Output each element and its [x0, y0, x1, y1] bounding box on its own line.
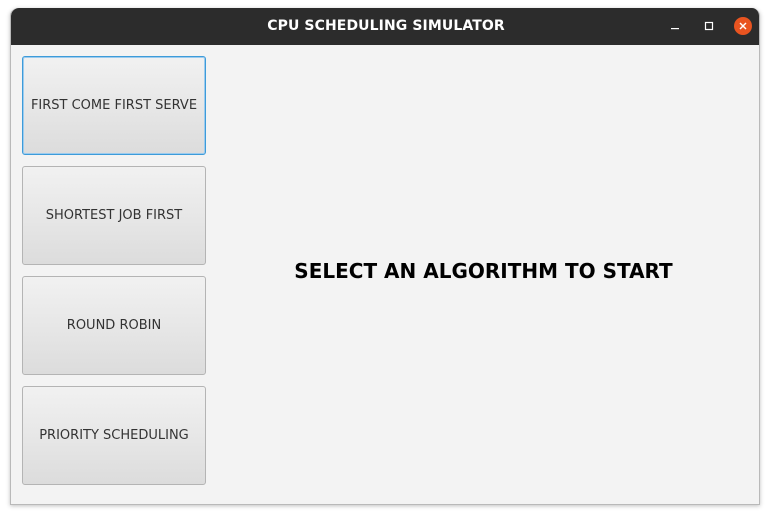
round-robin-button[interactable]: ROUND ROBIN [22, 276, 206, 375]
minimize-icon [671, 28, 679, 30]
app-window: CPU SCHEDULING SIMULATOR FIRST COME FIRS… [10, 8, 760, 505]
window-title: CPU SCHEDULING SIMULATOR [267, 18, 505, 34]
close-icon [739, 22, 747, 30]
fcfs-button[interactable]: FIRST COME FIRST SERVE [22, 56, 206, 155]
sjf-button[interactable]: SHORTEST JOB FIRST [22, 166, 206, 265]
maximize-button[interactable] [700, 17, 718, 35]
close-button-circle [734, 17, 752, 35]
minimize-button[interactable] [666, 17, 684, 35]
title-bar[interactable]: CPU SCHEDULING SIMULATOR [11, 8, 759, 45]
maximize-icon [704, 21, 714, 31]
main-content: FIRST COME FIRST SERVE SHORTEST JOB FIRS… [11, 45, 759, 504]
priority-scheduling-button[interactable]: PRIORITY SCHEDULING [22, 386, 206, 485]
close-button[interactable] [734, 17, 752, 35]
select-algorithm-prompt: SELECT AN ALGORITHM TO START [294, 259, 673, 283]
